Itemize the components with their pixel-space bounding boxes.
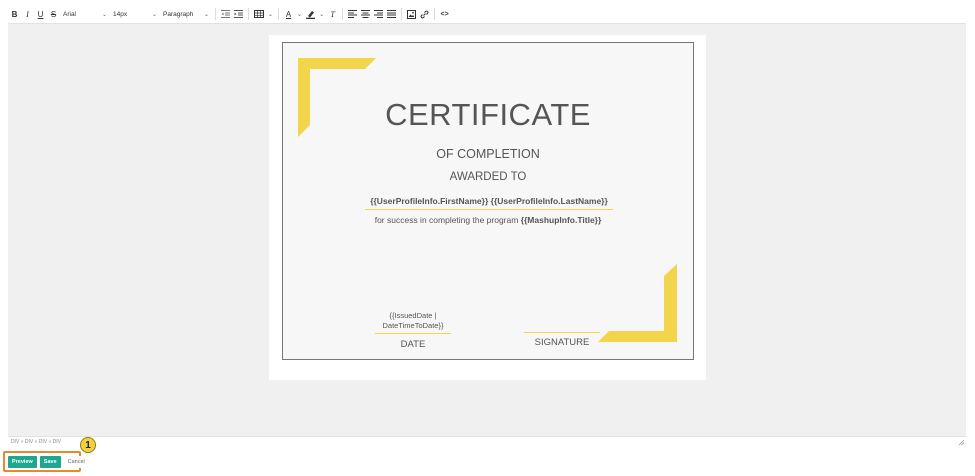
toolbar-divider (401, 8, 403, 20)
signature-line (524, 332, 600, 333)
element-path[interactable]: DIV » DIV » DIV » DIV (11, 439, 61, 445)
source-code-button[interactable]: <> (438, 7, 451, 21)
strikethrough-button[interactable]: S (47, 7, 60, 21)
chevron-down-icon[interactable]: ⌄ (266, 7, 275, 21)
toolbar-divider (215, 8, 216, 20)
toolbar-divider (248, 8, 249, 20)
block-format-select[interactable]: Paragraph ⌄ (160, 7, 212, 21)
block-format-value: Paragraph (163, 10, 194, 18)
image-icon[interactable] (405, 7, 418, 21)
issued-date-placeholder: {{IssuedDate | DateTimeToDate}} (375, 311, 451, 334)
align-right-icon[interactable] (372, 7, 385, 21)
awarded-to-text: AWARDED TO (449, 171, 527, 183)
preview-button[interactable]: Preview (8, 455, 37, 468)
certificate-subtitle: OF COMPLETION (436, 147, 540, 161)
toolbar-divider (342, 8, 344, 20)
signature-label: SIGNATURE (534, 337, 590, 348)
completion-line-text: for success in completing the program (374, 215, 521, 225)
font-size-value: 14px (113, 10, 128, 18)
editor-statusbar: DIV » DIV » DIV » DIV (8, 436, 966, 447)
table-icon[interactable] (252, 7, 266, 21)
chevron-down-icon: ⌄ (101, 11, 107, 18)
resize-handle-icon[interactable] (958, 439, 964, 445)
text-color-button[interactable]: A (282, 7, 295, 21)
indent-icon[interactable] (232, 7, 245, 21)
cancel-button[interactable]: Cancel (63, 455, 89, 468)
certificate-page: CERTIFICATE OF COMPLETION AWARDED TO {{U… (269, 35, 706, 380)
clear-formatting-button[interactable]: T (326, 7, 339, 21)
recipient-name-placeholder: {{UserProfileInfo.FirstName}} {{UserProf… (365, 196, 613, 210)
highlight-pen-icon[interactable] (304, 7, 317, 21)
chevron-down-icon[interactable]: ⌄ (295, 7, 304, 21)
chevron-down-icon: ⌄ (203, 11, 209, 18)
completion-line: for success in completing the program {{… (283, 215, 693, 225)
toolbar-divider (434, 8, 436, 20)
align-left-icon[interactable] (346, 7, 359, 21)
certificate-title: CERTIFICATE (385, 97, 591, 132)
font-size-select[interactable]: 14px ⌄ (110, 7, 160, 21)
rich-text-editor-page: B I U S Arial ⌄ 14px ⌄ Paragraph ⌄ ⌄ A ⌄ (0, 0, 975, 476)
save-button[interactable]: Save (39, 455, 61, 468)
link-icon[interactable] (418, 7, 431, 21)
font-family-select[interactable]: Arial ⌄ (60, 7, 110, 21)
certificate-frame: CERTIFICATE OF COMPLETION AWARDED TO {{U… (282, 42, 694, 360)
issued-date-line-1: {{IssuedDate | (389, 311, 437, 320)
program-title-placeholder: {{MashupInfo.Title}} (520, 215, 602, 225)
font-family-value: Arial (63, 10, 77, 18)
editor-canvas[interactable]: CERTIFICATE OF COMPLETION AWARDED TO {{U… (8, 23, 966, 436)
chevron-down-icon[interactable]: ⌄ (317, 7, 326, 21)
action-buttons-highlight: Preview Save Cancel (3, 451, 89, 472)
toolbar-divider (278, 8, 280, 20)
italic-button[interactable]: I (21, 7, 34, 21)
align-center-icon[interactable] (359, 7, 372, 21)
outdent-icon[interactable] (219, 7, 232, 21)
date-label: DATE (400, 339, 426, 350)
bottom-right-corner-ornament (598, 264, 677, 342)
chevron-down-icon: ⌄ (151, 11, 157, 18)
underline-button[interactable]: U (34, 7, 47, 21)
issued-date-line-2: DateTimeToDate}} (382, 320, 444, 330)
align-justify-icon[interactable] (385, 7, 398, 21)
bold-button[interactable]: B (8, 7, 21, 21)
callout-badge: 1 (80, 437, 96, 453)
editor-toolbar: B I U S Arial ⌄ 14px ⌄ Paragraph ⌄ ⌄ A ⌄ (8, 6, 966, 22)
